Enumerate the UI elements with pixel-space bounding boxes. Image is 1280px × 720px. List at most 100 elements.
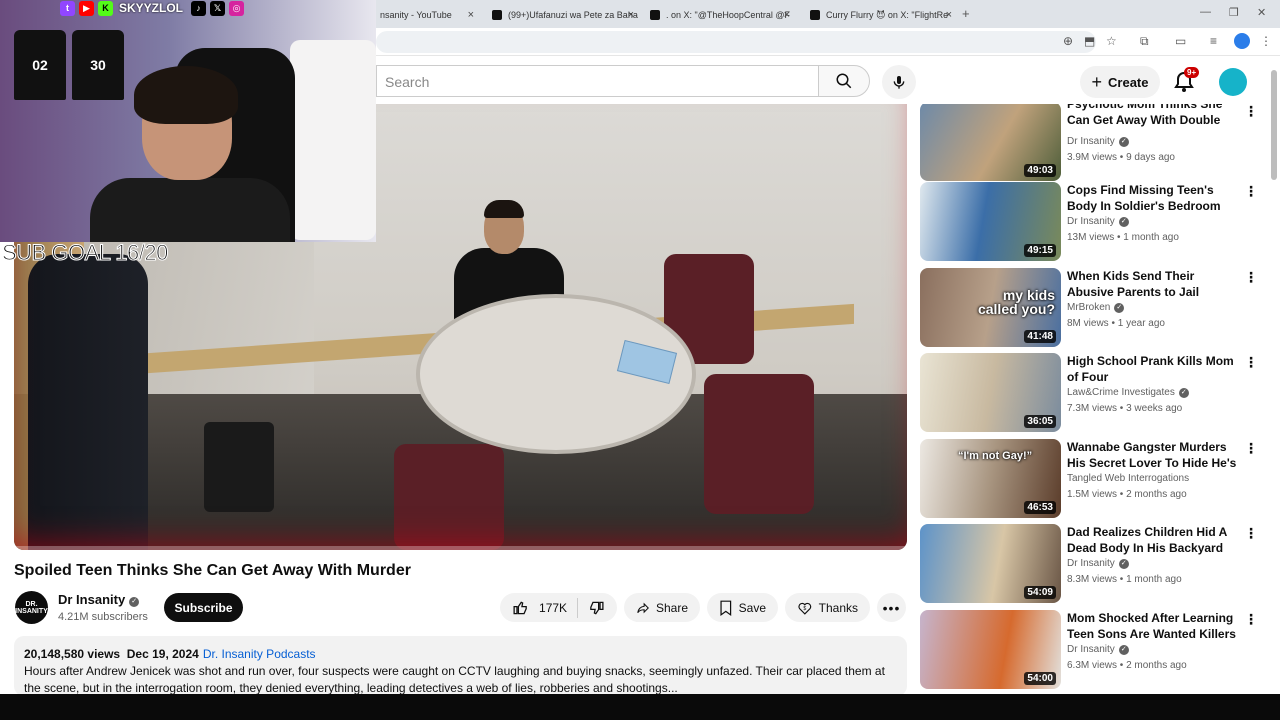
video-progress-bar[interactable] (14, 546, 907, 550)
create-button[interactable]: + Create (1080, 66, 1160, 98)
video-thumbnail[interactable]: 54:09 (920, 524, 1061, 603)
browser-tab-2[interactable]: (99+)Ufafanuzi wa Pete za Baha × (488, 4, 640, 26)
like-dislike-group: 177K (500, 593, 617, 622)
more-vertical-icon[interactable]: ⋮ (1244, 439, 1258, 459)
close-tab-icon[interactable]: × (784, 9, 790, 21)
subscribe-button[interactable]: Subscribe (164, 593, 243, 622)
install-app-icon[interactable]: ⬒ (1084, 34, 1095, 48)
video-thumbnail[interactable]: “I'm not Gay!” 46:53 (920, 439, 1061, 518)
recommended-video[interactable]: 49:15 Cops Find Missing Teen's Body In S… (920, 182, 1268, 262)
video-thumbnail[interactable]: my kids called you? 41:48 (920, 268, 1061, 347)
new-tab-icon[interactable]: + (962, 6, 970, 21)
notifications-badge: 9+ (1184, 67, 1200, 78)
recommended-video[interactable]: my kids called you? 41:48 When Kids Send… (920, 268, 1268, 348)
thumbnail-caption: my kids called you? (977, 287, 1055, 317)
recommended-title[interactable]: Wannabe Gangster Murders His Secret Love… (1067, 439, 1243, 471)
dislike-thumb-icon[interactable] (588, 599, 605, 617)
recommended-video[interactable]: “I'm not Gay!” 46:53 Wannabe Gangster Mu… (920, 439, 1268, 519)
account-avatar[interactable] (1219, 68, 1247, 96)
scrollbar-thumb[interactable] (1271, 70, 1277, 180)
more-vertical-icon[interactable]: ⋮ (1244, 104, 1258, 122)
more-actions-button[interactable]: ••• (877, 593, 906, 622)
video-thumbnail[interactable]: 49:03 (920, 104, 1061, 181)
minimize-icon[interactable]: — (1200, 6, 1211, 18)
tiktok-icon: ♪ (191, 0, 207, 16)
browser-profile-avatar[interactable] (1234, 33, 1250, 49)
extensions-icon[interactable]: ⧉ (1140, 34, 1149, 49)
video-thumbnail[interactable]: 49:15 (920, 182, 1061, 261)
search-button[interactable] (818, 65, 870, 97)
recommended-video[interactable]: 54:09 Dad Realizes Children Hid A Dead B… (920, 524, 1268, 604)
recommended-channel[interactable]: Tangled Web Interrogations (1067, 473, 1189, 484)
verified-icon: ✓ (1178, 388, 1189, 398)
search-icon (836, 73, 852, 89)
more-vertical-icon[interactable]: ⋮ (1244, 268, 1258, 288)
recommended-channel[interactable]: Dr Insanity ✓ (1067, 558, 1129, 569)
webcam-jersey: 30 (72, 30, 124, 100)
browser-tab-4[interactable]: Curry Flurry 😈 on X: "FlightRe × (806, 4, 958, 26)
save-button[interactable]: Save (707, 593, 778, 622)
address-field[interactable] (376, 31, 1096, 53)
recommended-title[interactable]: When Kids Send Their Abusive Parents to … (1067, 268, 1243, 300)
thumbnail-caption: “I'm not Gay!” (958, 450, 1033, 462)
channel-name-row[interactable]: Dr Insanity ✓ (58, 592, 140, 607)
recommended-title[interactable]: Psychotic Mom Thinks She Can Get Away Wi… (1067, 104, 1243, 128)
more-vertical-icon[interactable]: ⋮ (1244, 353, 1258, 373)
recommended-video[interactable]: 36:05 High School Prank Kills Mom of Fou… (920, 353, 1268, 433)
sub-goal-label: SUB GOAL 16/20 (2, 240, 169, 266)
maximize-icon[interactable]: ❐ (1229, 6, 1239, 19)
browser-tab-3[interactable]: . on X: "@TheHoopCentral @F × (646, 4, 796, 26)
description-meta: 20,148,580 views Dec 19, 2024 Dr. Insanit… (24, 646, 897, 663)
zoom-icon[interactable]: ⊕ (1063, 34, 1073, 48)
share-button[interactable]: Share (624, 593, 700, 622)
recommended-channel[interactable]: Dr Insanity ✓ (1067, 136, 1129, 147)
view-count: 20,148,580 views (24, 647, 121, 661)
cast-icon[interactable]: ▭ (1175, 34, 1186, 48)
verified-icon: ✓ (1118, 645, 1129, 655)
recommended-channel[interactable]: Law&Crime Investigates ✓ (1067, 387, 1189, 398)
browser-tab-youtube[interactable]: nsanity - YouTube × (376, 4, 480, 26)
channel-avatar-text: DR. INSANITY (15, 600, 48, 615)
video-thumbnail[interactable]: 54:00 (920, 610, 1061, 689)
recommended-channel[interactable]: MrBroken ✓ (1067, 302, 1125, 313)
recommended-title[interactable]: High School Prank Kills Mom of Four (1067, 353, 1243, 385)
channel-name[interactable]: Dr Insanity (58, 592, 125, 607)
description-box[interactable]: 20,148,580 views Dec 19, 2024 Dr. Insanit… (14, 636, 907, 696)
recommended-title[interactable]: Dad Realizes Children Hid A Dead Body In… (1067, 524, 1243, 556)
recommended-title[interactable]: Cops Find Missing Teen's Body In Soldier… (1067, 182, 1243, 214)
more-vertical-icon[interactable]: ⋮ (1244, 182, 1258, 202)
tab-title: nsanity - YouTube (380, 10, 452, 20)
reading-list-icon[interactable]: ≡ (1210, 34, 1217, 48)
like-count[interactable]: 177K (539, 601, 567, 615)
close-tab-icon[interactable]: × (468, 9, 474, 21)
instagram-icon: ◎ (229, 0, 245, 16)
close-window-icon[interactable]: ✕ (1257, 6, 1266, 19)
bookmark-icon (720, 600, 732, 616)
search-input[interactable]: Search (376, 65, 818, 97)
close-tab-icon[interactable]: × (628, 9, 634, 21)
recommended-title[interactable]: Mom Shocked After Learning Teen Sons Are… (1067, 610, 1243, 642)
podcast-link[interactable]: Dr. Insanity Podcasts (203, 647, 316, 661)
page: nsanity - YouTube × (99+)Ufafanuzi wa Pe… (0, 0, 1280, 720)
more-vertical-icon[interactable]: ⋮ (1244, 524, 1258, 544)
super-thanks-icon: $ (798, 602, 812, 615)
bookmark-star-icon[interactable]: ☆ (1106, 34, 1117, 48)
more-vertical-icon[interactable]: ⋮ (1244, 610, 1258, 630)
browser-menu-icon[interactable]: ⋮ (1260, 34, 1272, 48)
recommendations-sidebar: 49:03 Psychotic Mom Thinks She Can Get A… (920, 104, 1268, 694)
like-thumb-icon[interactable] (512, 599, 529, 617)
recommended-video[interactable]: 49:03 Psychotic Mom Thinks She Can Get A… (920, 104, 1268, 182)
channel-avatar[interactable]: DR. INSANITY (15, 591, 48, 624)
video-duration: 54:00 (1024, 672, 1056, 685)
recommended-video[interactable]: 54:00 Mom Shocked After Learning Teen So… (920, 610, 1268, 690)
webcam-jersey: 02 (14, 30, 66, 100)
recommended-channel[interactable]: Dr Insanity ✓ (1067, 644, 1129, 655)
close-tab-icon[interactable]: × (946, 9, 952, 21)
voice-search-button[interactable] (882, 65, 916, 99)
tiktok-favicon-icon (492, 10, 502, 20)
youtube-icon: ▶ (79, 0, 94, 16)
video-thumbnail[interactable]: 36:05 (920, 353, 1061, 432)
recommended-channel[interactable]: Dr Insanity ✓ (1067, 216, 1129, 227)
thanks-button[interactable]: $ Thanks (785, 593, 870, 622)
page-scrollbar[interactable] (1271, 60, 1277, 694)
